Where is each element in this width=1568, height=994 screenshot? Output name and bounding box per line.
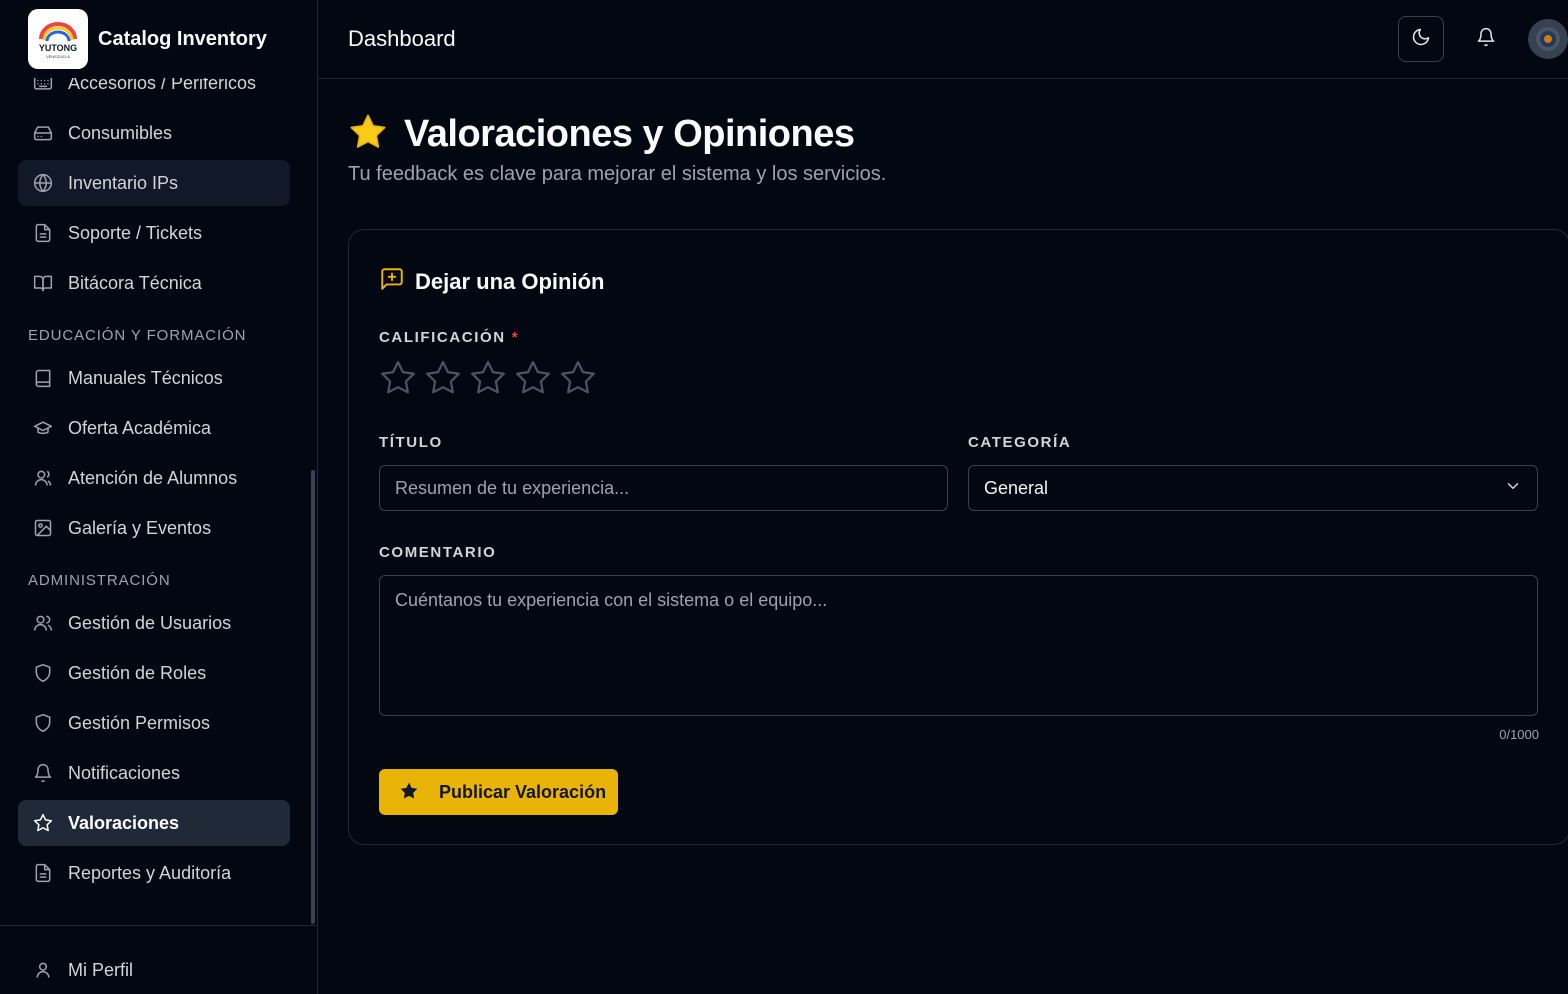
sidebar-item-reportes[interactable]: Reportes y Auditoría (18, 850, 290, 896)
star-outline-icon (559, 359, 597, 402)
section-title-education: EDUCACIÓN Y FORMACIÓN (28, 327, 247, 344)
sidebar-scrollbar[interactable] (311, 470, 315, 924)
sidebar-item-label: Soporte / Tickets (68, 222, 203, 243)
book-icon (33, 368, 53, 388)
star-icon (33, 813, 53, 833)
card-header: Dejar una Opinión (379, 266, 604, 297)
rating-label: CALIFICACIÓN * (379, 329, 519, 346)
sidebar-item-label: Gestión de Usuarios (68, 612, 232, 633)
brand-name: Catalog Inventory (98, 27, 267, 50)
message-plus-icon (379, 266, 405, 297)
sidebar-item-mi-perfil[interactable]: Mi Perfil (18, 947, 290, 993)
avatar-image-icon (1536, 27, 1560, 51)
page-subtitle: Tu feedback es clave para mejorar el sis… (348, 163, 887, 185)
sidebar-item-permisos[interactable]: Gestión Permisos (18, 700, 290, 746)
book-open-icon (33, 273, 53, 293)
sidebar-item-label: Gestión de Roles (68, 662, 207, 683)
star-rating-3[interactable] (469, 360, 514, 400)
sidebar-item-label: Gestión Permisos (68, 712, 211, 733)
star-outline-icon (424, 359, 462, 402)
sidebar-item-label: Atención de Alumnos (68, 467, 238, 488)
sidebar-item-roles[interactable]: Gestión de Roles (18, 650, 290, 696)
sidebar-footer: Mi Perfil (0, 925, 317, 994)
sidebar-item-label: Valoraciones (68, 812, 180, 833)
sidebar-item-label: Notificaciones (68, 762, 181, 783)
star-outline-icon (469, 359, 507, 402)
char-counter: 0/1000 (1499, 727, 1539, 742)
star-outline-icon (514, 359, 552, 402)
hard-drive-icon (33, 123, 53, 143)
sidebar-item-label: Bitácora Técnica (68, 272, 202, 293)
globe-icon (33, 173, 53, 193)
sidebar-item-label: Galería y Eventos (68, 517, 212, 538)
publish-rating-label: Publicar Valoración (439, 781, 607, 802)
user-icon (33, 960, 53, 980)
sidebar: Accesorios / Periféricos Consumibles Inv… (0, 0, 318, 994)
sidebar-item-atencion[interactable]: Atención de Alumnos (18, 455, 290, 501)
page-header: Valoraciones y Opiniones (348, 112, 855, 157)
category-selected-value: General (984, 477, 1049, 498)
star-filled-icon (399, 781, 419, 804)
theme-toggle-button[interactable] (1398, 16, 1444, 62)
sidebar-item-galeria[interactable]: Galería y Eventos (18, 505, 290, 551)
sidebar-item-soporte-tickets[interactable]: Soporte / Tickets (18, 210, 290, 256)
sidebar-item-label: Mi Perfil (68, 959, 134, 980)
file-text-icon (33, 223, 53, 243)
image-icon (33, 518, 53, 538)
sidebar-item-notificaciones[interactable]: Notificaciones (18, 750, 290, 796)
moon-icon (1411, 27, 1431, 52)
shield-icon (33, 663, 53, 683)
svg-text:YUTONG: YUTONG (39, 43, 77, 53)
star-rating-1[interactable] (379, 360, 424, 400)
sidebar-item-label: Inventario IPs (68, 172, 179, 193)
sidebar-item-bitacora[interactable]: Bitácora Técnica (18, 260, 290, 306)
rating-label-text: CALIFICACIÓN (379, 329, 506, 346)
star-outline-icon (379, 359, 417, 402)
review-form-card: Dejar una Opinión CALIFICACIÓN * TÍTULO C… (348, 229, 1568, 845)
notifications-button[interactable] (1463, 16, 1509, 62)
category-select[interactable]: General (968, 465, 1538, 511)
avatar[interactable] (1528, 19, 1568, 59)
star-icon (348, 112, 388, 157)
section-title-admin: ADMINISTRACIÓN (28, 572, 171, 589)
brand-logo: YUTONG VENEZUELA (28, 9, 88, 69)
users-icon (33, 613, 53, 633)
bell-icon (33, 763, 53, 783)
sidebar-item-usuarios[interactable]: Gestión de Usuarios (18, 600, 290, 646)
page-title: Valoraciones y Opiniones (404, 113, 855, 155)
sidebar-item-inventario-ips[interactable]: Inventario IPs (18, 160, 290, 206)
sidebar-item-valoraciones[interactable]: Valoraciones (18, 800, 290, 846)
card-title: Dejar una Opinión (415, 268, 605, 294)
brand[interactable]: YUTONG VENEZUELA Catalog Inventory (0, 0, 317, 78)
sidebar-item-label: Consumibles (68, 122, 173, 143)
sidebar-item-label: Oferta Académica (68, 417, 212, 438)
sidebar-item-oferta[interactable]: Oferta Académica (18, 405, 290, 451)
comment-textarea[interactable] (379, 575, 1538, 716)
bell-icon (1476, 27, 1496, 52)
sidebar-item-manuales[interactable]: Manuales Técnicos (18, 355, 290, 401)
title-input[interactable] (379, 465, 948, 511)
sidebar-item-consumibles[interactable]: Consumibles (18, 110, 290, 156)
star-rating-4[interactable] (514, 360, 559, 400)
topbar-title: Dashboard (348, 26, 456, 51)
graduation-cap-icon (33, 418, 53, 438)
user-icon (33, 468, 53, 488)
sidebar-item-label: Reportes y Auditoría (68, 862, 232, 883)
sidebar-item-label: Manuales Técnicos (68, 367, 223, 388)
star-rating (379, 360, 604, 400)
category-label: CATEGORÍA (968, 434, 1072, 451)
topbar: Dashboard (318, 0, 1568, 79)
shield-icon (33, 713, 53, 733)
star-rating-5[interactable] (559, 360, 604, 400)
comment-label: COMENTARIO (379, 544, 497, 561)
file-text-icon (33, 863, 53, 883)
required-asterisk: * (511, 329, 520, 346)
title-label: TÍTULO (379, 434, 443, 451)
svg-text:VENEZUELA: VENEZUELA (46, 54, 70, 59)
chevron-down-icon (1504, 477, 1522, 500)
yutong-logo-icon: YUTONG VENEZUELA (39, 22, 77, 59)
publish-rating-button[interactable]: Publicar Valoración (379, 769, 618, 815)
star-rating-2[interactable] (424, 360, 469, 400)
